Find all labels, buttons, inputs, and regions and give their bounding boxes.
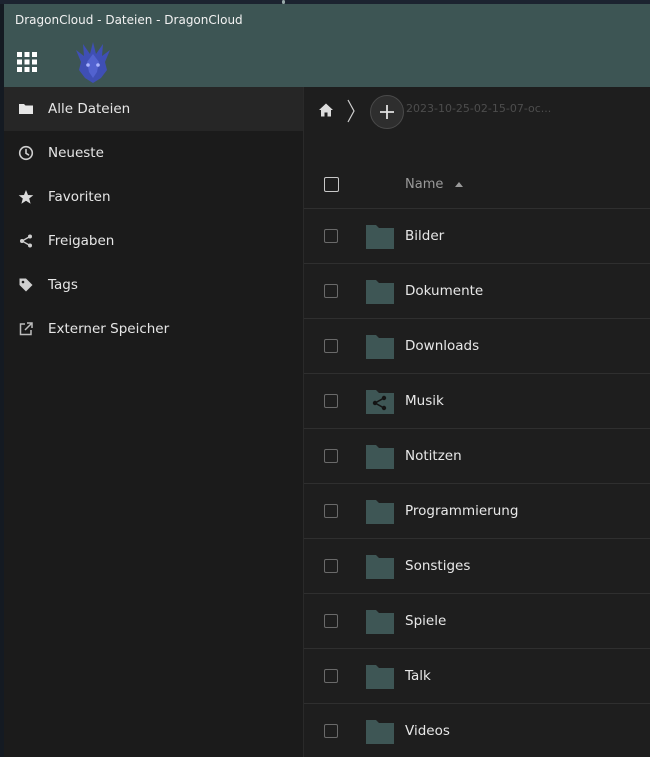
dragon-logo-icon[interactable]	[74, 40, 112, 84]
row-checkbox[interactable]	[324, 504, 338, 518]
file-name: Programmierung	[405, 503, 519, 519]
file-name: Talk	[405, 668, 431, 684]
file-row[interactable]: Videos	[304, 704, 650, 757]
row-checkbox[interactable]	[324, 229, 338, 243]
sidebar-item-label: Neueste	[48, 145, 104, 161]
file-name: Notitzen	[405, 448, 462, 464]
file-row[interactable]: Notitzen	[304, 429, 650, 484]
sidebar-item-label: Externer Speicher	[48, 321, 170, 337]
row-checkbox[interactable]	[324, 284, 338, 298]
sidebar-item-label: Freigaben	[48, 233, 115, 249]
star-icon	[18, 190, 34, 204]
plus-icon	[380, 105, 394, 119]
file-row[interactable]: Musik	[304, 374, 650, 429]
breadcrumb-separator-icon	[347, 99, 355, 123]
app-window: DragonCloud - Dateien - DragonCloud Alle…	[4, 4, 650, 757]
file-row[interactable]: Downloads	[304, 319, 650, 374]
folder-icon	[366, 335, 394, 359]
folder-icon	[366, 555, 394, 579]
apps-grid-icon[interactable]	[17, 52, 37, 72]
sort-ascending-icon[interactable]	[455, 181, 463, 187]
file-row[interactable]: Dokumente	[304, 264, 650, 319]
hidden-upload-text: 2023-10-25-02-15-07-oc...	[406, 102, 552, 115]
clock-icon	[18, 145, 34, 161]
folder-icon	[366, 720, 394, 744]
folder-icon	[366, 280, 394, 304]
folder-icon	[366, 500, 394, 524]
file-row[interactable]: Talk	[304, 649, 650, 704]
file-row[interactable]: Bilder	[304, 209, 650, 264]
sidebar-nav: Alle Dateien Neueste Favoriten Freigaben	[4, 87, 303, 757]
file-name: Dokumente	[405, 283, 484, 299]
sidebar-item-favorites[interactable]: Favoriten	[4, 175, 303, 219]
file-name: Bilder	[405, 228, 445, 244]
row-checkbox[interactable]	[324, 614, 338, 628]
sidebar-item-shares[interactable]: Freigaben	[4, 219, 303, 263]
folder-icon	[366, 225, 394, 249]
sidebar-item-tags[interactable]: Tags	[4, 263, 303, 307]
row-checkbox[interactable]	[324, 394, 338, 408]
window-title: DragonCloud - Dateien - DragonCloud	[15, 13, 243, 27]
share-icon	[20, 234, 32, 248]
shared-folder-icon	[366, 390, 394, 414]
sidebar-item-label: Alle Dateien	[48, 101, 131, 117]
file-name: Musik	[405, 393, 444, 409]
app-header: DragonCloud - Dateien - DragonCloud	[4, 4, 650, 87]
folder-icon	[19, 104, 33, 114]
file-name: Videos	[405, 723, 450, 739]
file-name: Downloads	[405, 338, 480, 354]
breadcrumb: 2023-10-25-02-15-07-oc...	[304, 87, 650, 133]
sidebar-item-label: Favoriten	[48, 189, 111, 205]
sidebar-item-label: Tags	[48, 277, 78, 293]
sidebar-item-recent[interactable]: Neueste	[4, 131, 303, 175]
row-checkbox[interactable]	[324, 669, 338, 683]
sidebar-item-external-storage[interactable]: Externer Speicher	[4, 307, 303, 351]
file-row[interactable]: Programmierung	[304, 484, 650, 539]
tag-icon	[19, 278, 33, 292]
folder-icon	[366, 445, 394, 469]
row-checkbox[interactable]	[324, 339, 338, 353]
row-checkbox[interactable]	[324, 449, 338, 463]
folder-icon	[366, 610, 394, 634]
sort-by-name[interactable]: Name	[405, 161, 443, 209]
folder-icon	[366, 665, 394, 689]
home-icon[interactable]	[318, 102, 334, 118]
row-checkbox[interactable]	[324, 559, 338, 573]
select-all-checkbox[interactable]	[324, 177, 339, 192]
external-link-icon	[19, 322, 33, 336]
file-row[interactable]: Spiele	[304, 594, 650, 649]
file-list-panel: 2023-10-25-02-15-07-oc... Name Bilder Do…	[304, 87, 650, 757]
file-name: Spiele	[405, 613, 447, 629]
file-name: Sonstiges	[405, 558, 471, 574]
file-list-header: Name	[304, 161, 650, 209]
file-row[interactable]: Sonstiges	[304, 539, 650, 594]
sidebar-item-all-files[interactable]: Alle Dateien	[4, 87, 303, 131]
row-checkbox[interactable]	[324, 724, 338, 738]
add-new-button[interactable]	[370, 95, 404, 129]
